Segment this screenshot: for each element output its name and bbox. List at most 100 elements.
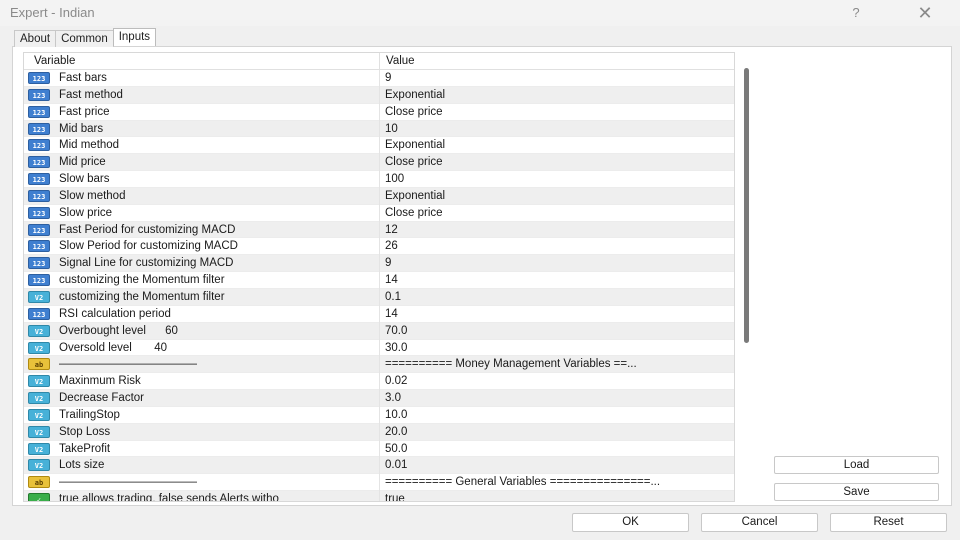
int-type-icon: 123 [28, 189, 50, 202]
cell-divider [379, 457, 380, 475]
tab-common[interactable]: Common [55, 30, 114, 47]
table-row[interactable]: ✓ true allows trading, false sends Alerts… [24, 491, 734, 501]
table-row[interactable]: ab ———————————— ========== Money Managemen… [24, 356, 734, 374]
variable-value[interactable]: 3.0 [385, 392, 401, 404]
variable-value[interactable]: 0.01 [385, 459, 407, 471]
variable-name: RSI calculation period [59, 307, 171, 320]
cell-divider [379, 187, 380, 205]
column-divider[interactable] [379, 53, 380, 70]
table-row[interactable]: 123 Slow price Close price [24, 204, 734, 222]
variable-name: Slow price [59, 206, 113, 219]
variable-value[interactable]: 20.0 [385, 426, 407, 438]
table-row[interactable]: ab ———————————— ========== General Variabl… [24, 474, 734, 492]
cell-divider [379, 221, 380, 239]
dbl-type-icon: V2 [28, 408, 50, 421]
scrollbar-thumb[interactable] [744, 68, 749, 343]
variable-value[interactable]: ========== General Variables ===========… [385, 476, 660, 488]
table-row[interactable]: V2 TakeProfit 50.0 [24, 440, 734, 458]
cell-divider [379, 373, 380, 391]
cell-divider [379, 103, 380, 121]
cancel-button[interactable]: Cancel [701, 513, 818, 532]
table-row[interactable]: V2 Maxinmum Risk 0.02 [24, 373, 734, 391]
table-row[interactable]: V2 Decrease Factor 3.0 [24, 390, 734, 408]
cell-divider [379, 137, 380, 155]
int-type-icon: 123 [28, 274, 50, 287]
variable-value[interactable]: 0.02 [385, 375, 407, 387]
column-header-variable[interactable]: Variable [34, 55, 75, 67]
table-row[interactable]: 123 Fast bars 9 [24, 70, 734, 87]
grid-header: Variable Value [24, 53, 734, 70]
variable-value[interactable]: Exponential [385, 139, 445, 151]
dbl-type-icon: V2 [28, 425, 50, 438]
cell-divider [379, 423, 380, 441]
variable-value[interactable]: 10 [385, 123, 398, 135]
table-row[interactable]: 123 Slow Period for customizing MACD 26 [24, 238, 734, 256]
variable-value[interactable]: 70.0 [385, 325, 407, 337]
variable-value[interactable]: 0.1 [385, 291, 401, 303]
table-row[interactable]: V2 Oversold level 40 30.0 [24, 339, 734, 357]
tab-inputs[interactable]: Inputs [112, 28, 157, 46]
variable-name: Maxinmum Risk [59, 375, 141, 388]
variable-value[interactable]: 9 [385, 257, 391, 269]
column-header-value[interactable]: Value [386, 55, 415, 67]
table-row[interactable]: 123 Slow method Exponential [24, 187, 734, 205]
variable-name: Slow method [59, 189, 126, 202]
cell-divider [379, 406, 380, 424]
int-type-icon: 123 [28, 139, 50, 152]
variable-name: Slow Period for customizing MACD [59, 240, 238, 253]
variable-value[interactable]: ========== Money Management Variables ==… [385, 358, 637, 370]
tab-about[interactable]: About [14, 30, 57, 47]
table-row[interactable]: V2 Stop Loss 20.0 [24, 423, 734, 441]
variable-value[interactable]: Exponential [385, 190, 445, 202]
variable-value[interactable]: true [385, 493, 405, 501]
variable-value[interactable]: Close price [385, 156, 443, 168]
variable-value[interactable]: 14 [385, 308, 398, 320]
variable-name: Fast method [59, 88, 123, 101]
variable-name: Lots size [59, 459, 105, 472]
variable-value[interactable]: 30.0 [385, 342, 407, 354]
cell-divider [379, 305, 380, 323]
variable-value[interactable]: Exponential [385, 89, 445, 101]
dbl-type-icon: V2 [28, 324, 50, 337]
table-row[interactable]: 123 Slow bars 100 [24, 171, 734, 189]
cell-divider [379, 238, 380, 256]
variable-value[interactable]: Close price [385, 207, 443, 219]
variable-name: TrailingStop [59, 408, 120, 421]
ok-button[interactable]: OK [572, 513, 689, 532]
reset-button[interactable]: Reset [830, 513, 947, 532]
variable-value[interactable]: 9 [385, 72, 391, 84]
table-row[interactable]: 123 Mid method Exponential [24, 137, 734, 155]
help-button[interactable]: ? [845, 3, 867, 23]
table-row[interactable]: V2 Overbought level 60 70.0 [24, 322, 734, 340]
table-row[interactable]: 123 Fast method Exponential [24, 86, 734, 104]
variable-name: Fast bars [59, 72, 107, 84]
table-row[interactable]: 123 RSI calculation period 14 [24, 305, 734, 323]
table-row[interactable]: 123 Mid price Close price [24, 154, 734, 172]
variable-value[interactable]: 10.0 [385, 409, 407, 421]
close-icon[interactable]: ✕ [912, 3, 938, 23]
table-row[interactable]: 123 Mid bars 10 [24, 120, 734, 138]
variable-name: Signal Line for customizing MACD [59, 257, 234, 270]
variable-name: Mid method [59, 139, 120, 152]
table-row[interactable]: 123 Fast Period for customizing MACD 12 [24, 221, 734, 239]
variable-value[interactable]: 100 [385, 173, 404, 185]
cell-divider [379, 474, 380, 492]
cell-divider [379, 322, 380, 340]
variable-value[interactable]: 14 [385, 274, 398, 286]
load-button[interactable]: Load [774, 456, 939, 474]
variable-value[interactable]: 50.0 [385, 443, 407, 455]
table-row[interactable]: 123 Fast price Close price [24, 103, 734, 121]
variable-value[interactable]: Close price [385, 106, 443, 118]
variable-name: Mid price [59, 156, 106, 169]
variable-name: ———————————— [59, 476, 197, 489]
variable-name: customizing the Momentum filter [59, 290, 225, 303]
table-row[interactable]: V2 Lots size 0.01 [24, 457, 734, 475]
table-row[interactable]: V2 customizing the Momentum filter 0.1 [24, 288, 734, 306]
table-row[interactable]: 123 customizing the Momentum filter 14 [24, 272, 734, 290]
variable-value[interactable]: 26 [385, 240, 398, 252]
save-button[interactable]: Save [774, 483, 939, 501]
variable-value[interactable]: 12 [385, 224, 398, 236]
table-row[interactable]: V2 TrailingStop 10.0 [24, 406, 734, 424]
table-row[interactable]: 123 Signal Line for customizing MACD 9 [24, 255, 734, 273]
grid-rows: 123 Fast bars 9 123 Fast method Exponential 12… [24, 70, 734, 501]
